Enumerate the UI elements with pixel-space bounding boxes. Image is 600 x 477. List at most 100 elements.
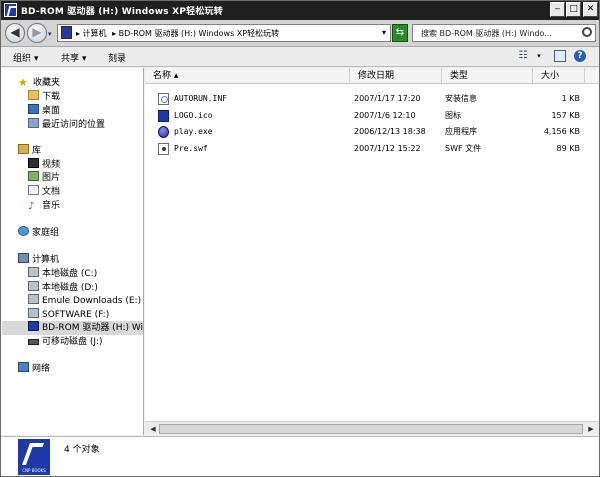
nav-label: 本地磁盘 (C:) [42,269,98,279]
minimize-button[interactable]: ‒ [550,2,565,17]
file-size: 89 KB [556,144,580,153]
videos-icon [28,158,39,168]
nav-recent-places[interactable]: 最近访问的位置 [28,118,105,132]
nav-documents[interactable]: 文档 [28,185,60,199]
search-icon[interactable] [582,27,592,37]
nav-favorites[interactable]: ★ 收藏夹 [18,76,60,90]
scrollbar-thumb[interactable] [159,424,583,434]
column-type[interactable]: 类型 [442,68,533,84]
nav-label: 桌面 [42,106,61,116]
nav-label: 家庭组 [32,228,60,238]
file-name: AUTORUN.INF [174,94,227,103]
nav-libraries[interactable]: 库 [18,144,41,158]
nav-videos[interactable]: 视频 [28,158,60,172]
file-type: 安装信息 [445,94,477,103]
nav-drive-e[interactable]: Emule Downloads (E:) [28,294,141,308]
downloads-folder-icon [28,90,39,100]
local-disk-icon [28,294,39,304]
share-button[interactable]: 共享 ▾ [61,51,86,64]
nav-downloads[interactable]: 下载 [28,90,60,104]
drive-icon [61,26,72,39]
nav-label: 图片 [42,173,61,183]
nav-drive-d[interactable]: 本地磁盘 (D:) [28,281,98,295]
file-date: 2006/12/13 18:38 [354,127,426,136]
search-input[interactable]: 搜索 BD-ROM 驱动器 (H:) Windo... [412,24,596,42]
column-name[interactable]: 名称 ▴ [145,68,350,84]
nav-pictures[interactable]: 图片 [28,171,60,185]
file-name: LOGO.ico [174,111,213,120]
forward-button[interactable]: ▶ [27,23,47,43]
removable-disk-icon [28,339,39,345]
change-view-icon[interactable]: ☷ [517,50,529,62]
file-type: SWF 文件 [445,144,482,153]
address-row: ◀ ▶ ▾ ▸ 计算机 ▸ BD-ROM 驱动器 (H:) Windows XP… [1,20,599,47]
breadcrumb: ▸ 计算机 ▸ BD-ROM 驱动器 (H:) Windows XP轻松玩转 [76,28,282,39]
column-date-modified[interactable]: 修改日期 [350,68,442,84]
nav-label: 网络 [32,364,51,374]
file-row[interactable]: LOGO.ico 2007/1/6 12:10 图标 157 KB [145,107,590,124]
nav-drive-j[interactable]: 可移动磁盘 (J:) [28,335,103,349]
homegroup-icon [18,226,29,236]
item-count: 4 个对象 [64,445,100,455]
file-row[interactable]: Pre.swf 2007/1/12 15:22 SWF 文件 89 KB [145,140,590,157]
nav-label: 文档 [42,187,61,197]
nav-label: 计算机 [32,255,60,265]
address-bar[interactable]: ▸ 计算机 ▸ BD-ROM 驱动器 (H:) Windows XP轻松玩转 ▾ [57,24,391,42]
file-row[interactable]: AUTORUN.INF 2007/1/17 17:20 安装信息 1 KB [145,90,590,107]
file-size: 157 KB [551,111,580,120]
nav-label: SOFTWARE (F:) [42,310,110,320]
view-options-dropdown-icon[interactable]: ▾ [533,50,545,62]
close-button[interactable]: ✕ [583,2,598,17]
title-bar[interactable]: BD-ROM 驱动器 (H:) Windows XP轻松玩转 ‒ □ ✕ [1,1,599,20]
column-size[interactable]: 大小 [533,68,585,84]
address-dropdown-icon[interactable]: ▾ [382,28,386,37]
logo-text: CNP BOOKS [22,468,46,473]
exe-icon [158,126,169,138]
file-type: 图标 [445,111,461,120]
breadcrumb-computer[interactable]: ▸ 计算机 [76,29,107,38]
nav-drive-f[interactable]: SOFTWARE (F:) [28,308,109,322]
horizontal-scrollbar[interactable]: ◀ ▶ [145,421,599,435]
nav-computer[interactable]: 计算机 [18,253,59,267]
preview-pane-icon[interactable] [554,50,566,62]
scroll-right-icon[interactable]: ▶ [585,423,597,435]
column-header: 名称 ▴ 修改日期 类型 大小 [145,68,599,84]
recent-places-icon [28,118,39,128]
network-icon [18,362,29,372]
ico-icon [158,110,169,122]
navigation-pane: ★ 收藏夹 下载 桌面 最近访问的位置 库 视频 图片 文档 ♪ 音乐 家庭组 [1,68,144,435]
burn-button[interactable]: 刻录 [108,51,126,64]
nav-drive-c[interactable]: 本地磁盘 (C:) [28,267,97,281]
recent-pages-dropdown[interactable]: ▾ [48,30,52,38]
help-icon[interactable]: ? [574,50,586,62]
back-button[interactable]: ◀ [5,23,25,43]
nav-label: 音乐 [42,201,61,211]
nav-drive-h[interactable]: BD-ROM 驱动器 (H:) Windows XP轻松玩转 [2,321,143,335]
organize-button[interactable]: 组织 ▾ [13,51,38,64]
nav-desktop[interactable]: 桌面 [28,104,60,118]
nav-network[interactable]: 网络 [18,362,50,376]
scroll-left-icon[interactable]: ◀ [147,423,159,435]
breadcrumb-drive[interactable]: ▸ BD-ROM 驱动器 (H:) Windows XP轻松玩转 [112,29,279,38]
file-date: 2007/1/17 17:20 [354,94,421,103]
inf-icon [158,93,169,105]
bd-rom-drive-icon [28,321,39,331]
library-icon [18,144,29,154]
file-row[interactable]: play.exe 2006/12/13 18:38 应用程序 4,156 KB [145,123,590,140]
window-title: BD-ROM 驱动器 (H:) Windows XP轻松玩转 [21,7,223,17]
maximize-button[interactable]: □ [566,2,581,17]
nav-label: 下载 [42,92,61,102]
drive-app-icon [4,3,17,17]
explorer-window: BD-ROM 驱动器 (H:) Windows XP轻松玩转 ‒ □ ✕ ◀ ▶… [0,0,600,477]
local-disk-icon [28,267,39,277]
file-size: 4,156 KB [543,127,580,136]
documents-icon [28,185,39,195]
nav-music[interactable]: ♪ 音乐 [28,199,60,213]
nav-homegroup[interactable]: 家庭组 [18,226,59,240]
music-icon: ♪ [28,201,35,212]
details-pane: CNP BOOKS 4 个对象 [1,436,599,476]
file-size: 1 KB [561,94,580,103]
pictures-icon [28,171,39,181]
refresh-button[interactable]: ⇆ [392,24,408,42]
star-icon: ★ [18,76,28,89]
